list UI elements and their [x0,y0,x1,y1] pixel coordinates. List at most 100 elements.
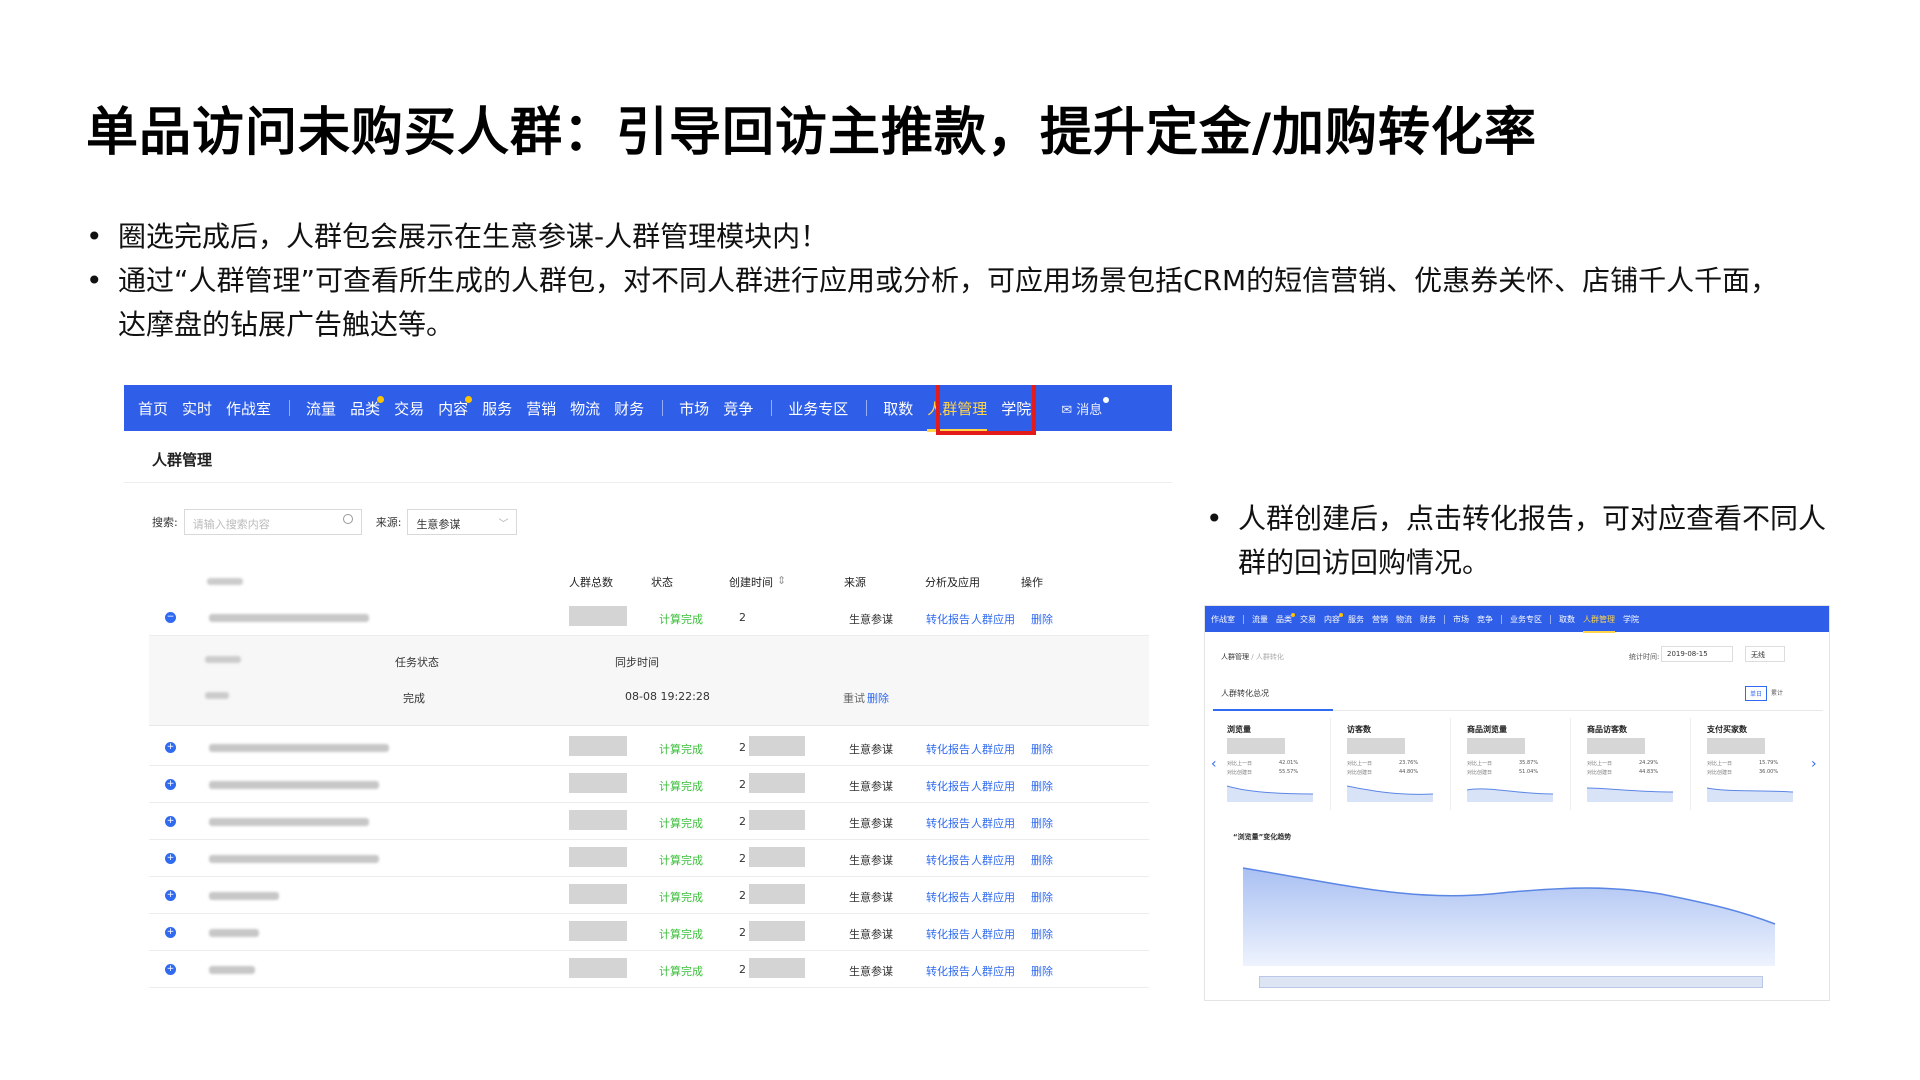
crowd-apply-link[interactable]: 人群应用 [971,778,1015,794]
nav-logistics[interactable]: 物流 [570,398,600,419]
nav-warroom[interactable]: 作战室 [1211,614,1235,625]
delete-link[interactable]: 删除 [1031,741,1053,757]
sort-icon[interactable]: ⇕ [777,574,786,587]
status-text: 计算完成 [659,817,703,830]
metric-card[interactable]: 商品浏览量 对比上一日 35.87% 对比创建日 51.04% [1459,718,1571,810]
nav-competition[interactable]: 竞争 [1477,614,1493,625]
nav-content[interactable]: 内容 [1324,612,1343,625]
sub-channel-blurred [205,692,229,699]
crowd-apply-link[interactable]: 人群应用 [971,963,1015,979]
daily-tab[interactable]: 单日 [1745,686,1768,701]
conversion-report-link[interactable]: 转化报告 [926,741,970,757]
conversion-report-link[interactable]: 转化报告 [926,778,970,794]
nav-content[interactable]: 内容 [438,395,473,419]
metric-card[interactable]: 访客数 对比上一日 23.76% 对比创建日 44.80% [1339,718,1451,810]
nav-finance[interactable]: 财务 [614,398,644,419]
nav-market[interactable]: 市场 [679,398,709,419]
nav-logistics[interactable]: 物流 [1396,614,1412,625]
crowd-apply-link[interactable]: 人群应用 [971,741,1015,757]
crowd-apply-link[interactable]: 人群应用 [971,889,1015,905]
nav-trade[interactable]: 交易 [394,398,424,419]
header-created[interactable]: 创建时间 [729,574,773,590]
nav-category[interactable]: 品类 [1276,612,1295,625]
nav-competition[interactable]: 竞争 [723,398,753,419]
nav-traffic[interactable]: 流量 [1252,614,1268,625]
conversion-report-link[interactable]: 转化报告 [926,852,970,868]
status-text: 计算完成 [659,743,703,756]
delete-link[interactable]: 删除 [1031,926,1053,942]
search-input[interactable]: 请输入搜索内容 [183,509,362,535]
nav-finance[interactable]: 财务 [1420,614,1436,625]
nav-marketing[interactable]: 营销 [1372,614,1388,625]
nav-divider [866,400,868,416]
nav-messages[interactable]: ✉ 消息 [1061,396,1110,418]
nav-home[interactable]: 首页 [138,398,168,419]
breadcrumb-crowd-management[interactable]: 人群管理 [1221,653,1249,661]
cumulative-tab[interactable]: 累计 [1767,686,1787,699]
expand-icon[interactable]: + [165,779,176,790]
nav-service[interactable]: 服务 [482,398,512,419]
chevron-left-icon[interactable]: ‹ [1211,756,1217,772]
nav-marketing[interactable]: 营销 [526,398,556,419]
nav-crowd-management[interactable]: 人群管理 [1583,614,1615,633]
compare-label: 对比上一日 [1227,761,1253,767]
nav-fetch-data[interactable]: 取数 [1559,614,1575,625]
nav-trade[interactable]: 交易 [1300,614,1316,625]
metric-card[interactable]: 商品访客数 对比上一日 24.29% 对比创建日 44.83% [1579,718,1691,810]
table-row: + 计算完成 2 生意参谋 转化报告 人群应用 删除 [149,840,1149,877]
collapse-icon[interactable]: − [165,612,176,623]
expand-icon[interactable]: + [165,964,176,975]
status-text: 计算完成 [659,928,703,941]
conversion-report-link[interactable]: 转化报告 [926,889,970,905]
conversion-report-link[interactable]: 转化报告 [926,926,970,942]
terminal-select[interactable]: 无线 [1745,646,1785,662]
delete-link[interactable]: 删除 [1031,778,1053,794]
crowd-apply-link[interactable]: 人群应用 [971,852,1015,868]
date-picker[interactable]: 2019-08-15 [1661,646,1733,662]
nav-fetch-data[interactable]: 取数 [883,398,913,419]
metric-card[interactable]: 浏览量 对比上一日 42.01% 对比创建日 55.57% [1219,718,1331,810]
sub-status-value: 完成 [403,692,425,705]
nav-warroom[interactable]: 作战室 [226,398,271,419]
expand-icon[interactable]: + [165,816,176,827]
created-time: 2 [739,815,746,828]
conversion-report-link[interactable]: 转化报告 [926,611,970,627]
conversion-report-link[interactable]: 转化报告 [926,815,970,831]
nav-academy[interactable]: 学院 [1623,614,1639,625]
crowd-apply-link[interactable]: 人群应用 [971,926,1015,942]
crowd-count-redacted [569,884,627,904]
metric-card[interactable]: 支付买家数 对比上一日 15.79% 对比创建日 36.00% [1699,718,1811,810]
nav-realtime[interactable]: 实时 [182,398,212,419]
crowd-name-blurred [209,614,369,622]
expand-icon[interactable]: + [165,927,176,938]
compare-label: 对比创建日 [1587,770,1613,776]
nav-traffic[interactable]: 流量 [306,398,336,419]
delete-link[interactable]: 删除 [1031,815,1053,831]
crowd-apply-link[interactable]: 人群应用 [971,815,1015,831]
nav-market[interactable]: 市场 [1453,614,1469,625]
retry-link[interactable]: 重试 [843,690,865,706]
nav-service[interactable]: 服务 [1348,614,1364,625]
delete-link[interactable]: 删除 [1031,611,1053,627]
status-text: 计算完成 [659,613,703,626]
crowd-management-screenshot: 首页 实时 作战室 流量 品类 交易 内容 服务 营销 物流 财务 市场 竞争 … [124,385,1172,997]
compare-value: 51.04% [1519,769,1539,775]
metric-value-redacted [1587,738,1645,754]
source-select[interactable]: 生意参谋 ﹀ [407,509,518,535]
status-text: 计算完成 [659,854,703,867]
delete-link[interactable]: 删除 [1031,963,1053,979]
sub-delete-link[interactable]: 删除 [867,690,889,706]
conversion-report-link[interactable]: 转化报告 [926,963,970,979]
range-scrollbar[interactable] [1259,976,1763,988]
expand-icon[interactable]: + [165,742,176,753]
nav-business-zone[interactable]: 业务专区 [788,398,848,419]
nav-business-zone[interactable]: 业务专区 [1510,614,1542,625]
created-time: 2 [739,741,746,754]
expand-icon[interactable]: + [165,853,176,864]
crowd-apply-link[interactable]: 人群应用 [971,611,1015,627]
nav-category[interactable]: 品类 [350,395,385,419]
delete-link[interactable]: 删除 [1031,852,1053,868]
delete-link[interactable]: 删除 [1031,889,1053,905]
chevron-right-icon[interactable]: › [1811,756,1817,772]
expand-icon[interactable]: + [165,890,176,901]
